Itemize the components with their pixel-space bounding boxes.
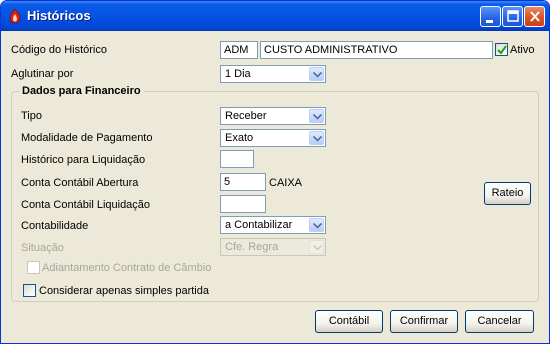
minimize-icon [486,20,493,23]
contabil-button[interactable]: Contábil [315,310,383,333]
historico-liquidacao-input[interactable] [220,150,254,168]
group-title: Dados para Financeiro [19,85,144,97]
aglutinar-value: 1 Dia [225,68,251,80]
modalidade-value: Exato [225,132,254,144]
aglutinar-select[interactable]: 1 Dia [220,65,326,83]
conta-abertura-name: CAIXA [269,177,303,189]
title-bar[interactable]: Históricos [1,1,549,31]
aglutinar-label: Aglutinar por [11,68,74,80]
adiantamento-checkbox [27,261,40,274]
close-icon [530,11,540,22]
contabilidade-label: Contabilidade [21,220,89,232]
situacao-value: Cfe. Regra [225,241,279,253]
contabilidade-select[interactable]: a Contabilizar [220,216,326,234]
historico-liquidacao-label: Histórico para Liquidação [21,154,146,166]
codigo-input[interactable]: ADM [220,41,258,59]
conta-abertura-input[interactable]: 5 [220,173,266,191]
conta-liquidacao-input[interactable] [220,195,266,213]
dialog-body: Código do Histórico ADM CUSTO ADMINISTRA… [5,31,545,341]
cancelar-button[interactable]: Cancelar [465,310,534,333]
descricao-input[interactable]: CUSTO ADMINISTRATIVO [260,41,493,59]
ativo-label: Ativo [510,44,535,56]
app-flame-icon [7,8,23,24]
modalidade-select[interactable]: Exato [220,129,326,147]
maximize-button[interactable] [502,6,523,27]
considerar-checkbox[interactable] [23,284,36,297]
considerar-label: Considerar apenas simples partida [39,285,209,297]
close-button[interactable] [524,6,545,27]
contabilidade-value: a Contabilizar [225,219,293,231]
confirmar-button[interactable]: Confirmar [390,310,458,333]
chevron-down-icon[interactable] [309,109,324,123]
maximize-icon [507,10,519,22]
conta-abertura-label: Conta Contábil Abertura [21,177,139,189]
conta-liquidacao-label: Conta Contábil Liquidação [21,199,151,211]
historicos-window: Históricos Código do Histórico ADM CUSTO… [0,0,550,344]
tipo-select[interactable]: Receber [220,107,326,125]
checkmark-icon [497,45,507,55]
codigo-label: Código do Histórico [11,44,107,56]
situacao-label: Situação [21,242,64,254]
tipo-label: Tipo [21,110,42,122]
situacao-select: Cfe. Regra [220,238,326,256]
chevron-down-icon[interactable] [309,67,324,81]
chevron-down-icon[interactable] [309,131,324,145]
adiantamento-label: Adiantamento Contrato de Câmbio [42,262,212,274]
window-title: Históricos [27,8,91,23]
minimize-button[interactable] [480,6,501,27]
ativo-checkbox[interactable] [495,43,508,56]
chevron-down-icon [309,240,324,254]
chevron-down-icon[interactable] [309,218,324,232]
tipo-value: Receber [225,110,267,122]
modalidade-label: Modalidade de Pagamento [21,132,153,144]
rateio-button[interactable]: Rateio [484,182,531,205]
